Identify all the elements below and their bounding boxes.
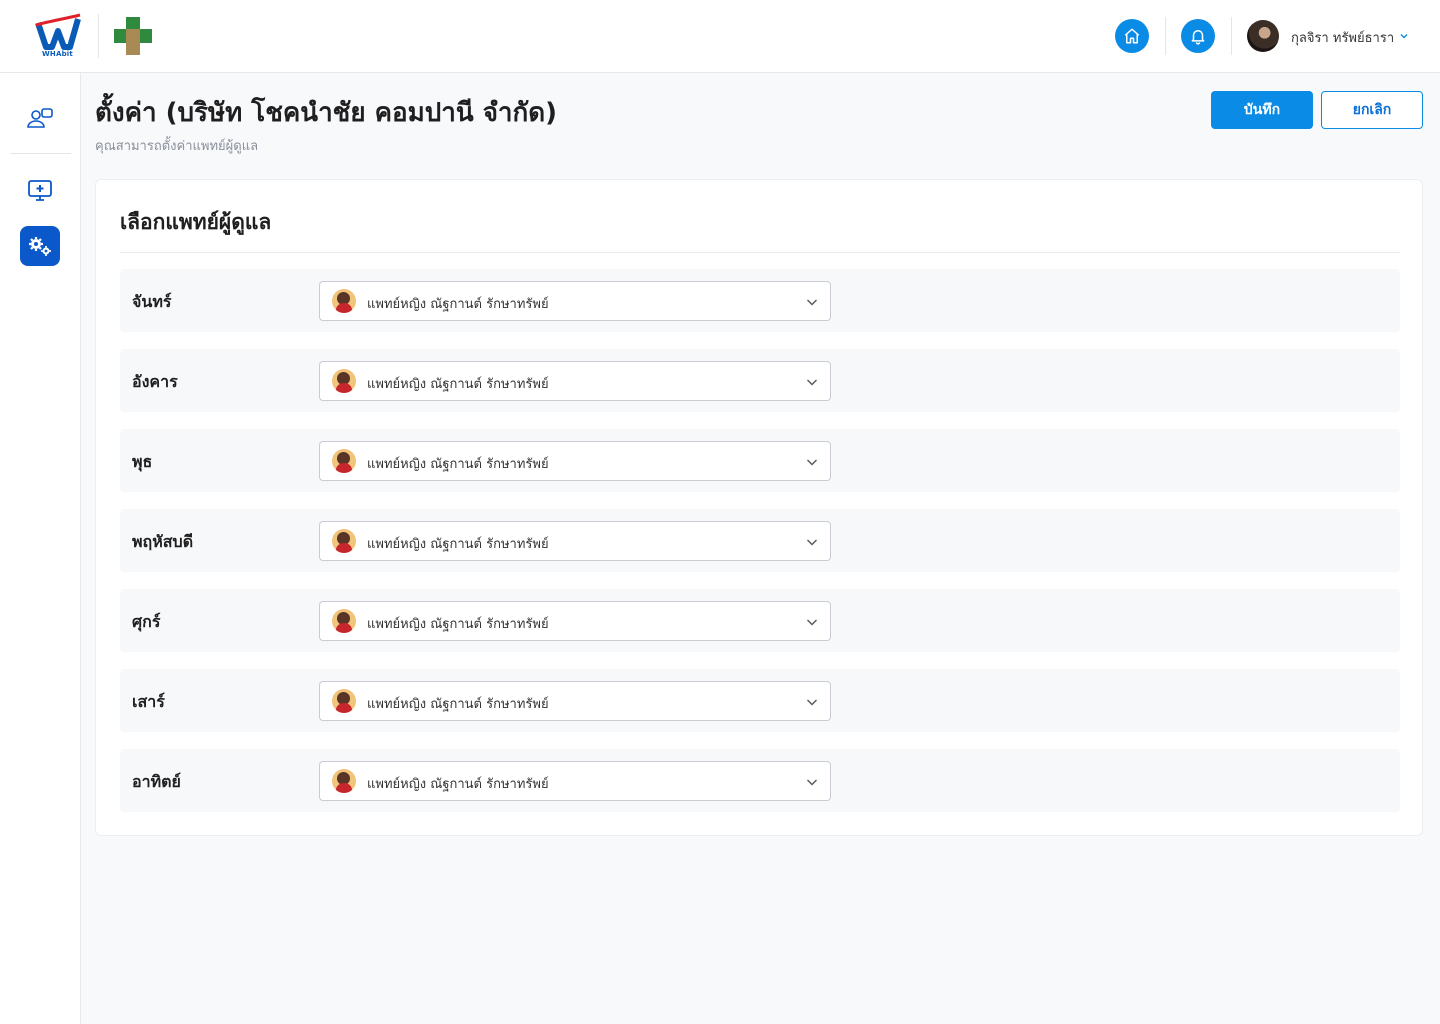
doctor-select[interactable]: แพทย์หญิง ณัฐกานต์ รักษาทรัพย์ [319, 281, 831, 321]
home-button[interactable] [1115, 19, 1149, 53]
whabit-logo[interactable]: WHAbit [34, 13, 82, 61]
settings-gears-icon [29, 237, 51, 256]
notifications-button[interactable] [1181, 19, 1215, 53]
day-row-saturday: เสาร์ แพทย์หญิง ณัฐกานต์ รักษาทรัพย์ [120, 669, 1400, 732]
chevron-down-icon [807, 299, 817, 306]
sidebar [0, 73, 81, 1024]
day-row-wednesday: พุธ แพทย์หญิง ณัฐกานต์ รักษาทรัพย์ [120, 429, 1400, 492]
sidebar-divider [10, 153, 71, 154]
doctor-select[interactable]: แพทย์หญิง ณัฐกานต์ รักษาทรัพย์ [319, 361, 831, 401]
page-title: ตั้งค่า (บริษัท โชคนำชัย คอมปานี จำกัด) [95, 98, 558, 128]
day-label: ศุกร์ [132, 612, 161, 631]
doctor-avatar [332, 529, 356, 553]
doctor-name: แพทย์หญิง ณัฐกานต์ รักษาทรัพย์ [367, 377, 549, 392]
chevron-down-icon [807, 379, 817, 386]
user-name[interactable]: กุลจิรา ทรัพย์ธารา [1291, 27, 1394, 48]
doctor-name: แพทย์หญิง ณัฐกานต์ รักษาทรัพย์ [367, 537, 549, 552]
doctor-avatar [332, 289, 356, 313]
day-label: พุธ [132, 452, 153, 471]
logo-text: WHAbit [42, 50, 73, 58]
day-label: อาทิตย์ [132, 772, 181, 791]
chevron-down-icon[interactable] [1399, 31, 1409, 41]
doctor-name: แพทย์หญิง ณัฐกานต์ รักษาทรัพย์ [367, 457, 549, 472]
day-label: เสาร์ [132, 692, 165, 711]
doctors-icon [27, 108, 53, 128]
doctor-avatar [332, 369, 356, 393]
save-button[interactable]: บันทึก [1211, 91, 1313, 129]
day-label: พฤหัสบดี [132, 532, 194, 551]
logo-divider [98, 14, 99, 58]
clinic-cross-logo [114, 17, 152, 55]
doctor-select[interactable]: แพทย์หญิง ณัฐกานต์ รักษาทรัพย์ [319, 521, 831, 561]
chevron-down-icon [807, 699, 817, 706]
doctor-select[interactable]: แพทย์หญิง ณัฐกานต์ รักษาทรัพย์ [319, 681, 831, 721]
sidebar-item-settings[interactable] [20, 226, 60, 266]
doctor-select[interactable]: แพทย์หญิง ณัฐกานต์ รักษาทรัพย์ [319, 441, 831, 481]
day-row-tuesday: อังคาร แพทย์หญิง ณัฐกานต์ รักษาทรัพย์ [120, 349, 1400, 412]
sidebar-item-telemedicine[interactable] [20, 170, 60, 210]
monitor-plus-icon [28, 180, 52, 201]
sidebar-item-doctors[interactable] [20, 98, 60, 138]
day-row-friday: ศุกร์ แพทย์หญิง ณัฐกานต์ รักษาทรัพย์ [120, 589, 1400, 652]
day-row-sunday: อาทิตย์ แพทย์หญิง ณัฐกานต์ รักษาทรัพย์ [120, 749, 1400, 812]
day-row-monday: จันทร์ แพทย์หญิง ณัฐกานต์ รักษาทรัพย์ [120, 269, 1400, 332]
doctor-avatar [332, 689, 356, 713]
home-icon [1124, 28, 1140, 44]
header-separator [1165, 17, 1166, 55]
bell-icon [1191, 30, 1205, 45]
day-label: จันทร์ [132, 292, 172, 311]
header-separator [1231, 17, 1232, 55]
doctor-avatar [332, 769, 356, 793]
doctor-select[interactable]: แพทย์หญิง ณัฐกานต์ รักษาทรัพย์ [319, 761, 831, 801]
chevron-down-icon [807, 619, 817, 626]
day-row-thursday: พฤหัสบดี แพทย์หญิง ณัฐกานต์ รักษาทรัพย์ [120, 509, 1400, 572]
chevron-down-icon [807, 779, 817, 786]
doctor-name: แพทย์หญิง ณัฐกานต์ รักษาทรัพย์ [367, 777, 549, 792]
page-subtitle: คุณสามารถตั้งค่าแพทย์ผู้ดูแล [95, 139, 259, 154]
doctor-name: แพทย์หญิง ณัฐกานต์ รักษาทรัพย์ [367, 617, 549, 632]
doctor-select[interactable]: แพทย์หญิง ณัฐกานต์ รักษาทรัพย์ [319, 601, 831, 641]
card-divider [120, 252, 1400, 253]
user-avatar[interactable] [1247, 20, 1279, 52]
doctor-avatar [332, 449, 356, 473]
cancel-button[interactable]: ยกเลิก [1321, 91, 1423, 129]
doctor-assignment-card: เลือกแพทย์ผู้ดูแล จันทร์ แพทย์หญิง ณัฐกา… [95, 179, 1423, 836]
card-title: เลือกแพทย์ผู้ดูแล [120, 210, 272, 234]
top-bar: WHAbit กุลจิรา ทรัพย์ธารา [0, 0, 1440, 73]
chevron-down-icon [807, 459, 817, 466]
doctor-name: แพทย์หญิง ณัฐกานต์ รักษาทรัพย์ [367, 697, 549, 712]
day-label: อังคาร [132, 372, 178, 391]
doctor-avatar [332, 609, 356, 633]
chevron-down-icon [807, 539, 817, 546]
doctor-name: แพทย์หญิง ณัฐกานต์ รักษาทรัพย์ [367, 297, 549, 312]
